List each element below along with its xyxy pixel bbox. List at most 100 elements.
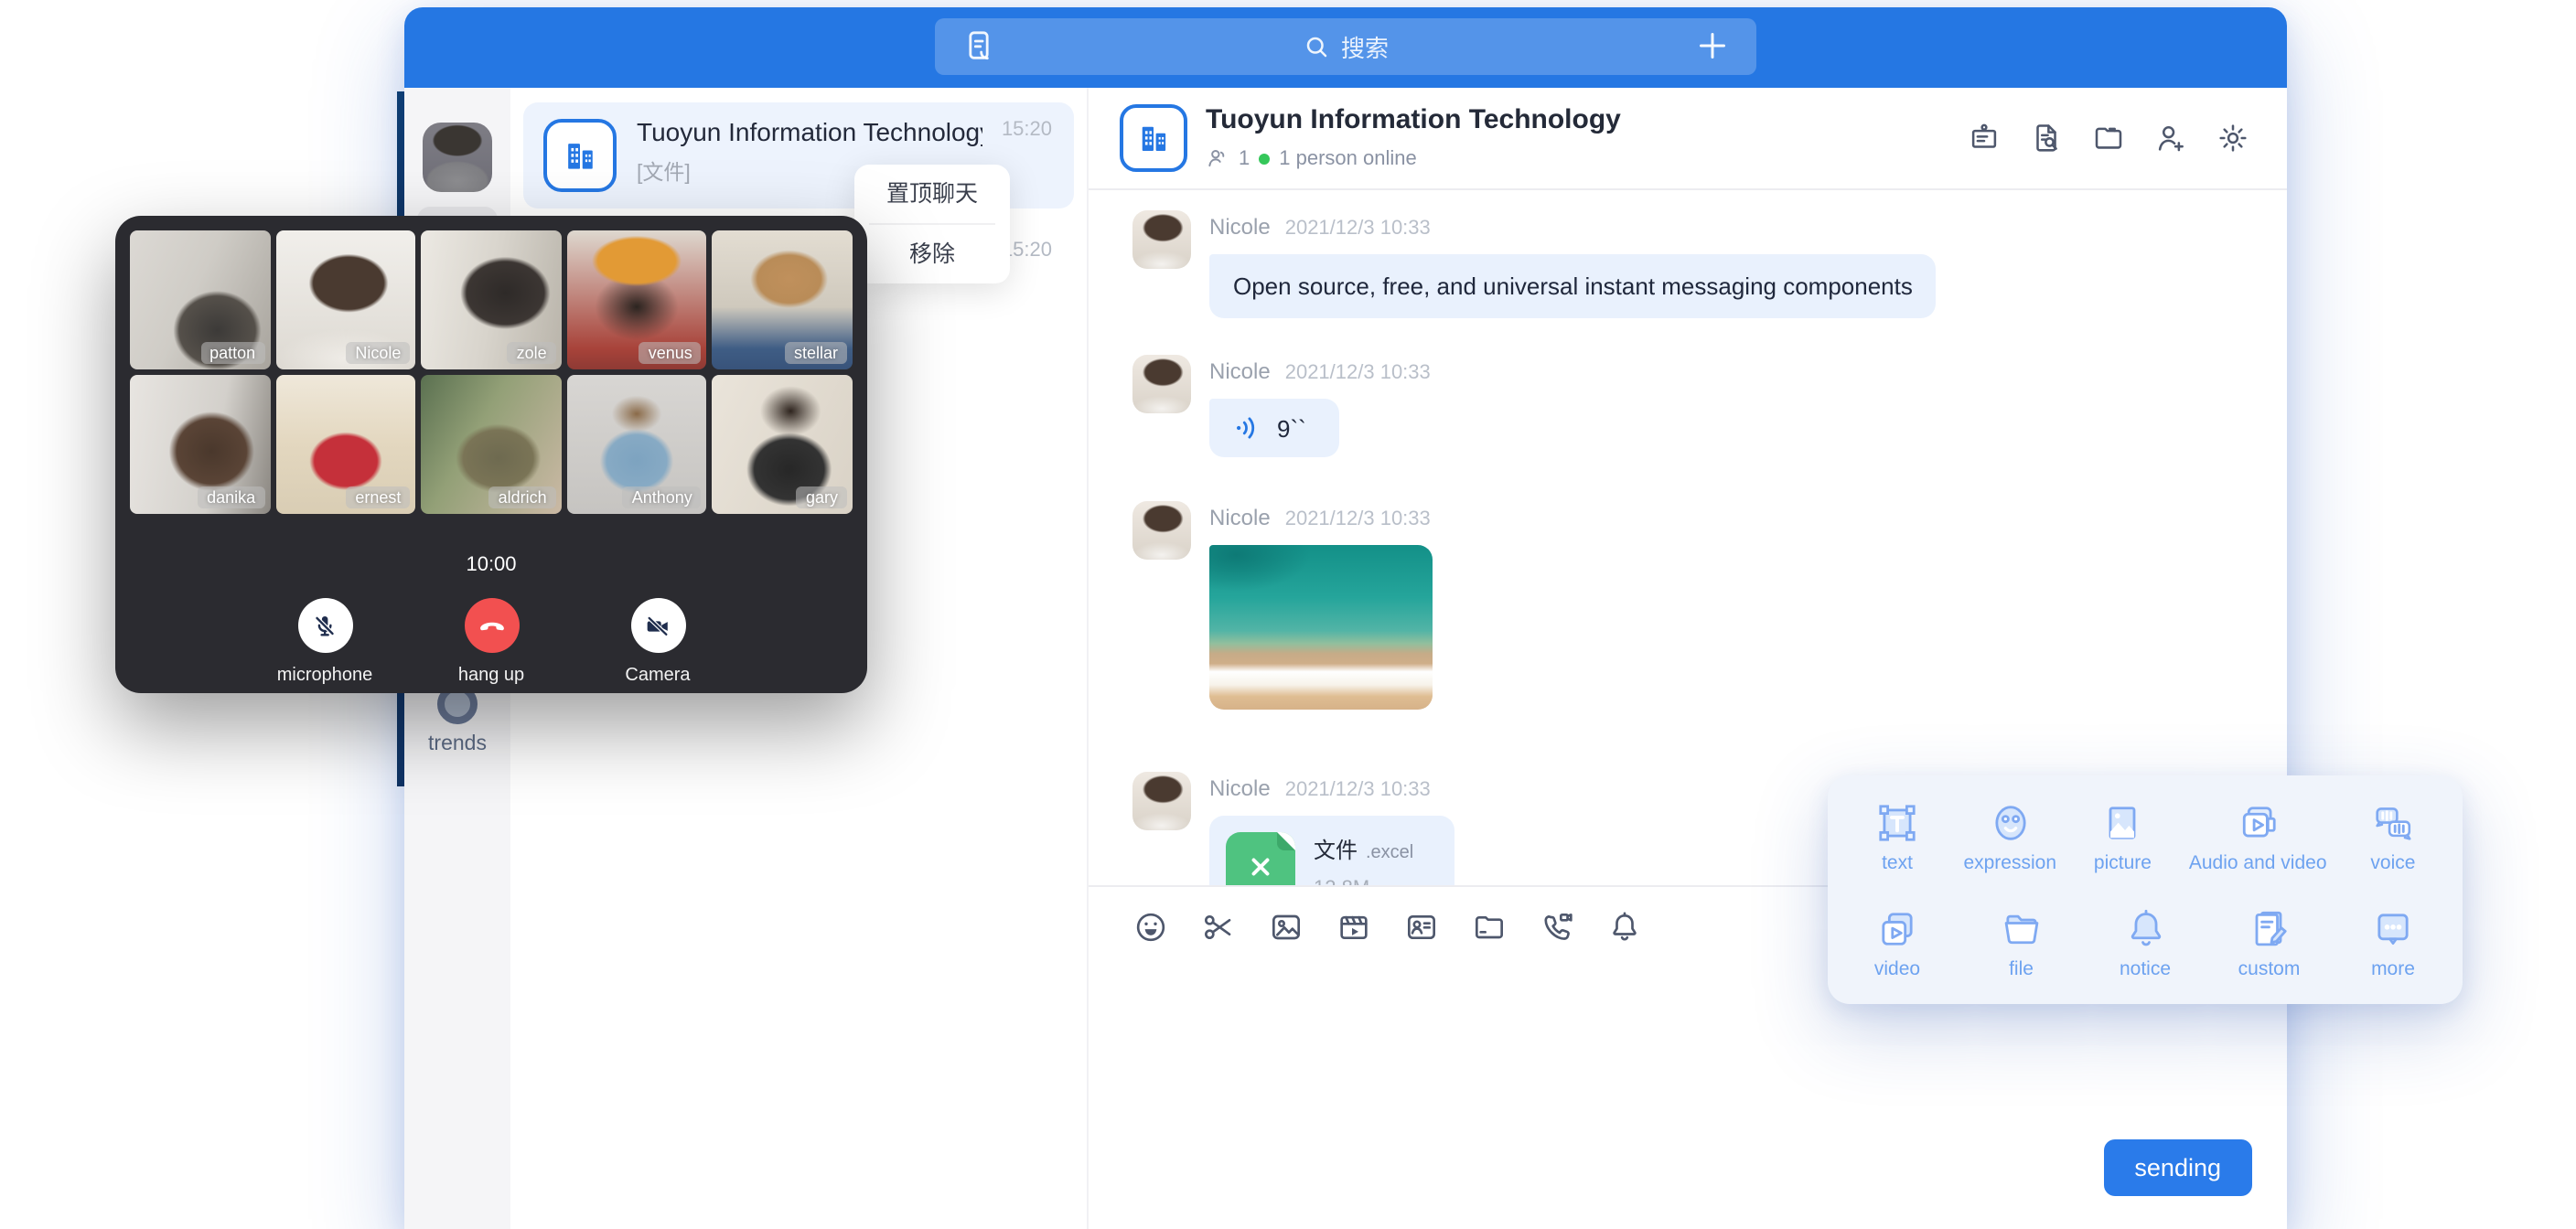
- text-bubble[interactable]: Open source, free, and universal instant…: [1209, 254, 1937, 318]
- chat-history-search-icon[interactable]: [2029, 121, 2064, 155]
- video-clip-icon[interactable]: [1336, 909, 1372, 946]
- file-bubble[interactable]: 文件 .excel 12.8M: [1209, 816, 1454, 885]
- folder-icon[interactable]: [2091, 121, 2126, 155]
- video-call-panel: patton Nicole zole venus stellar danika …: [115, 216, 867, 693]
- popup-label: expression: [1963, 852, 2056, 874]
- sender-avatar[interactable]: [1132, 772, 1191, 830]
- image-attachment-beach[interactable]: [1209, 545, 1433, 710]
- voice-wave-icon: [1233, 413, 1262, 443]
- hang-up-icon: [464, 598, 519, 653]
- sender-name: Nicole: [1209, 214, 1271, 240]
- popup-item-expression[interactable]: expression: [1963, 797, 2056, 889]
- context-menu: 置顶聊天 移除: [854, 165, 1010, 283]
- popup-label: Audio and video: [2189, 852, 2327, 874]
- participant-name: danika: [198, 486, 264, 508]
- call-controls: microphone hang up: [115, 598, 867, 686]
- sender-avatar[interactable]: [1132, 355, 1191, 413]
- conversation-title: Tuoyun Information Technology: [637, 117, 982, 146]
- sidebar-item-trends[interactable]: trends: [404, 684, 510, 755]
- audio-video-call-icon[interactable]: [1539, 909, 1575, 946]
- message-time: 2021/12/3 10:33: [1285, 779, 1431, 801]
- video-tile[interactable]: stellar: [713, 230, 853, 369]
- search-placeholder: 搜索: [1341, 29, 1389, 64]
- add-member-icon[interactable]: [2153, 121, 2188, 155]
- video-tile[interactable]: patton: [130, 230, 270, 369]
- hang-up-label: hang up: [435, 666, 548, 686]
- menu-item-remove[interactable]: 移除: [854, 225, 1010, 283]
- voice-bubble[interactable]: 9``: [1209, 399, 1339, 457]
- online-dot: [1259, 153, 1270, 164]
- popup-item-custom[interactable]: custom: [2229, 903, 2310, 995]
- popup-label: notice: [2105, 958, 2185, 980]
- popup-item-text[interactable]: text: [1857, 797, 1937, 889]
- announcement-icon[interactable]: [1967, 121, 2002, 155]
- video-grid: patton Nicole zole venus stellar danika …: [115, 216, 867, 529]
- emoji-icon[interactable]: [1132, 909, 1169, 946]
- popup-label: custom: [2229, 958, 2310, 980]
- popup-label: picture: [2082, 852, 2163, 874]
- message-text: Nicole2021/12/3 10:33 Open source, free,…: [1132, 210, 2287, 318]
- search-icon: [1303, 33, 1330, 60]
- sender-avatar[interactable]: [1132, 210, 1191, 269]
- microphone-label: microphone: [268, 666, 381, 686]
- text-message-icon: [1857, 797, 1937, 849]
- video-tile[interactable]: Nicole: [275, 230, 415, 369]
- file-folder-icon[interactable]: [1471, 909, 1508, 946]
- participant-name: ernest: [346, 486, 410, 508]
- popup-item-more[interactable]: more: [2353, 903, 2433, 995]
- notice-bell-icon[interactable]: [1606, 909, 1643, 946]
- custom-message-icon: [2229, 903, 2310, 955]
- top-bar: 搜索: [404, 7, 2287, 88]
- group-avatar-icon: [1120, 104, 1187, 172]
- picture-icon[interactable]: [1268, 909, 1304, 946]
- video-tile[interactable]: danika: [130, 375, 270, 514]
- settings-gear-icon[interactable]: [2216, 121, 2250, 155]
- my-avatar[interactable]: [423, 123, 492, 192]
- microphone-off-icon: [297, 598, 352, 653]
- send-button[interactable]: sending: [2103, 1139, 2252, 1196]
- message-time: 2021/12/3 10:33: [1285, 508, 1431, 530]
- sender-name: Nicole: [1209, 505, 1271, 530]
- call-timer: 10:00: [115, 554, 867, 576]
- plus-icon[interactable]: [1694, 27, 1731, 64]
- online-status: 1 person online: [1279, 147, 1416, 169]
- popup-label: file: [1981, 958, 2062, 980]
- popup-item-audio-video[interactable]: Audio and video: [2189, 797, 2327, 889]
- popup-item-voice[interactable]: voice: [2353, 797, 2433, 889]
- popup-item-picture[interactable]: picture: [2082, 797, 2163, 889]
- participant-name: Nicole: [346, 342, 410, 364]
- video-message-icon: [1857, 903, 1937, 955]
- popup-item-file[interactable]: file: [1981, 903, 2062, 995]
- chat-panel: Tuoyun Information Technology 1 1 person…: [1089, 88, 2287, 1229]
- hang-up-button[interactable]: hang up: [435, 598, 548, 686]
- contact-card-icon[interactable]: [1403, 909, 1440, 946]
- file-ext: .excel: [1366, 843, 1413, 863]
- screenshot-scissors-icon[interactable]: [1200, 909, 1237, 946]
- video-tile[interactable]: gary: [713, 375, 853, 514]
- menu-item-pin-chat[interactable]: 置顶聊天: [854, 165, 1010, 223]
- search-bar[interactable]: 搜索: [935, 18, 1756, 75]
- page: 搜索 trends: [0, 0, 2576, 1229]
- video-tile[interactable]: venus: [567, 230, 707, 369]
- participant-name: aldrich: [489, 486, 556, 508]
- participant-name: gary: [797, 486, 847, 508]
- participant-name: stellar: [785, 342, 847, 364]
- popup-item-video[interactable]: video: [1857, 903, 1937, 995]
- video-tile[interactable]: Anthony: [567, 375, 707, 514]
- picture-message-icon: [2082, 797, 2163, 849]
- trends-label: trends: [404, 733, 510, 755]
- voice-message-icon: [2353, 797, 2433, 849]
- popup-item-notice[interactable]: notice: [2105, 903, 2185, 995]
- sender-name: Nicole: [1209, 358, 1271, 384]
- members-icon: [1206, 146, 1229, 170]
- contact-note-icon[interactable]: [961, 27, 997, 64]
- video-tile[interactable]: ernest: [275, 375, 415, 514]
- message-time: 2021/12/3 10:33: [1285, 362, 1431, 384]
- search-field[interactable]: 搜索: [1303, 29, 1389, 64]
- group-avatar-icon: [543, 119, 617, 192]
- sender-avatar[interactable]: [1132, 501, 1191, 560]
- microphone-button[interactable]: microphone: [268, 598, 381, 686]
- video-tile[interactable]: zole: [421, 230, 561, 369]
- video-tile[interactable]: aldrich: [421, 375, 561, 514]
- camera-button[interactable]: Camera: [601, 598, 714, 686]
